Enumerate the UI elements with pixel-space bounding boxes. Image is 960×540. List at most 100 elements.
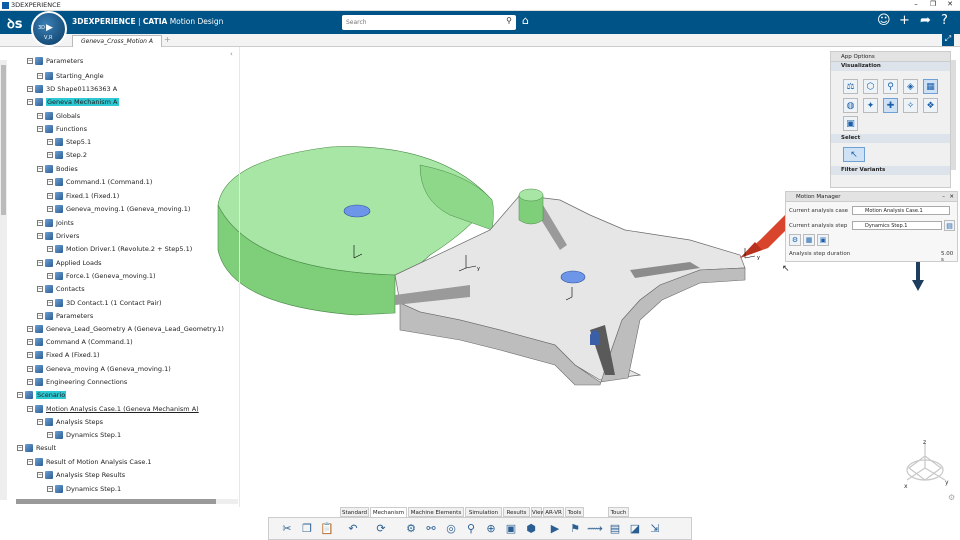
expand-toggle-icon[interactable]: − [37, 73, 43, 79]
orientation-compass[interactable]: z x y [895, 438, 955, 490]
expand-toggle-icon[interactable]: − [27, 379, 33, 385]
tree-node[interactable]: − Analysis Steps [37, 417, 103, 428]
expand-toggle-icon[interactable]: − [47, 246, 53, 252]
share-icon[interactable]: ➦ [920, 13, 931, 28]
motion-manager-close-icon[interactable]: ✕ [949, 192, 954, 202]
expand-toggle-icon[interactable]: − [47, 273, 53, 279]
expand-toggle-icon[interactable]: − [47, 486, 53, 492]
expand-toggle-icon[interactable]: − [37, 419, 43, 425]
visu-edges-icon[interactable]: ⬡ [863, 79, 878, 94]
expand-toggle-icon[interactable]: − [37, 220, 43, 226]
visu-shading-icon[interactable]: ⚖ [843, 79, 858, 94]
expand-toggle-icon[interactable]: − [47, 300, 53, 306]
tree-node[interactable]: − Command A (Command.1) [27, 337, 133, 348]
visu-body-icon[interactable]: ✦ [863, 98, 878, 113]
expand-toggle-icon[interactable]: − [27, 459, 33, 465]
geneva-mechanism-model[interactable]: y y [210, 130, 790, 390]
ds-logo-icon[interactable]: ꝺs [7, 14, 23, 32]
tree-node[interactable]: − Analysis Step Results [37, 470, 125, 481]
user-icon[interactable]: ☺ [877, 13, 891, 28]
tree-node[interactable]: − Geneva_moving.1 (Geneva_moving.1) [47, 204, 190, 215]
search-input[interactable] [346, 16, 496, 29]
expand-toggle-icon[interactable]: − [37, 313, 43, 319]
tree-node[interactable]: − Applied Loads [37, 258, 101, 269]
tree-node[interactable]: − Motion Driver.1 (Revolute.2 + Step5.1) [47, 244, 192, 255]
tree-node[interactable]: − Functions [37, 124, 87, 135]
visu-hidden-icon[interactable]: ⚲ [883, 79, 898, 94]
tree-node[interactable]: − Geneva_moving A (Geneva_moving.1) [27, 364, 171, 375]
play-icon[interactable]: ▶ [547, 521, 563, 537]
tree-node[interactable]: − Geneva Mechanism A [27, 97, 119, 108]
tree-node[interactable]: − Result of Motion Analysis Case.1 [27, 457, 152, 468]
tree-node[interactable]: − Dynamics Step.1 [47, 484, 121, 495]
expand-toggle-icon[interactable]: − [37, 126, 43, 132]
trace-icon[interactable]: ⟿ [587, 521, 603, 537]
expand-toggle-icon[interactable]: − [27, 99, 33, 105]
tree-node[interactable]: − Fixed.1 (Fixed.1) [47, 191, 119, 202]
expand-toggle-icon[interactable]: − [27, 58, 33, 64]
select-section[interactable]: Select [831, 134, 950, 143]
expand-toggle-icon[interactable]: − [27, 326, 33, 332]
tree-node[interactable]: − Parameters [27, 56, 83, 67]
cut-icon[interactable]: ✂ [279, 521, 295, 537]
expand-toggle-icon[interactable]: − [37, 113, 43, 119]
expand-toggle-icon[interactable]: − [27, 339, 33, 345]
visualization-section[interactable]: Visualization [831, 62, 950, 71]
add-tab-button[interactable]: + [164, 35, 171, 44]
tree-node[interactable]: − Step5.1 [47, 137, 91, 148]
visu-material-icon[interactable]: ◈ [903, 79, 918, 94]
result-icon[interactable]: ◪ [627, 521, 643, 537]
compass-button[interactable]: 3D ▶ V,R [31, 11, 67, 47]
action-tab[interactable]: Mechanism [370, 507, 407, 517]
robot-icon[interactable]: ⚙ [948, 493, 955, 502]
help-icon[interactable]: ? [941, 13, 948, 28]
action-tab[interactable]: Touch [608, 507, 629, 517]
tree-node[interactable]: − Globals [37, 111, 80, 122]
undo-icon[interactable]: ↶ [345, 521, 361, 537]
select-pointer-icon[interactable]: ↖ [843, 147, 865, 162]
expand-toggle-icon[interactable]: − [37, 472, 43, 478]
expand-toggle-icon[interactable]: − [47, 206, 53, 212]
minimize-button[interactable]: – [907, 0, 925, 8]
search-icon[interactable]: ⚲ [506, 16, 512, 25]
action-tab[interactable]: Simulation [465, 507, 502, 517]
expand-toggle-icon[interactable]: − [47, 179, 53, 185]
analysis-icon[interactable]: ⬢ [523, 521, 539, 537]
results-icon[interactable]: ▣ [817, 234, 829, 246]
visu-sensor-icon[interactable]: ▣ [843, 116, 858, 131]
force-icon[interactable]: ⊕ [483, 521, 499, 537]
document-tab[interactable]: Geneva_Cross_Motion A [72, 35, 162, 47]
tree-node[interactable]: − Fixed A (Fixed.1) [27, 350, 100, 361]
sensor-icon[interactable]: ⚑ [567, 521, 583, 537]
tree-node[interactable]: − Command.1 (Command.1) [47, 177, 152, 188]
tree-hscroll-thumb[interactable] [16, 499, 216, 504]
expand-toggle-icon[interactable]: − [27, 366, 33, 372]
tree-scroll-thumb[interactable] [1, 65, 6, 215]
visu-force-icon[interactable]: ❖ [923, 98, 938, 113]
maximize-button[interactable]: ❐ [924, 0, 942, 8]
step-settings-icon[interactable]: ▤ [944, 220, 955, 231]
expand-toggle-icon[interactable]: − [37, 286, 43, 292]
tree-node[interactable]: − Dynamics Step.1 [47, 430, 121, 441]
tree-node[interactable]: − Joints [37, 218, 74, 229]
close-button[interactable]: ✕ [941, 0, 959, 8]
run-analysis-icon[interactable]: ⚙ [789, 234, 801, 246]
tree-node[interactable]: − Bodies [37, 164, 78, 175]
action-tab[interactable]: Standard [340, 507, 369, 517]
action-tab[interactable]: View [531, 507, 545, 517]
action-tab[interactable]: Results [503, 507, 530, 517]
expand-toggle-icon[interactable]: − [47, 139, 53, 145]
expand-toggle-icon[interactable]: − [47, 432, 53, 438]
body-icon[interactable]: ▣ [503, 521, 519, 537]
search-box[interactable]: ⚲ [342, 15, 516, 30]
copy-icon[interactable]: ❐ [299, 521, 315, 537]
tree-node[interactable]: − Drivers [37, 231, 79, 242]
mesh-icon[interactable]: ▦ [803, 234, 815, 246]
expand-toggle-icon[interactable]: − [17, 445, 23, 451]
force-arrow[interactable] [740, 215, 790, 258]
expand-toggle-icon[interactable]: − [47, 152, 53, 158]
expand-icon[interactable]: ⤢ [942, 34, 954, 46]
action-tab[interactable]: Machine Elements [408, 507, 464, 517]
tag-icon[interactable]: ⌂ [522, 14, 529, 27]
tree-node[interactable]: − Parameters [37, 311, 93, 322]
